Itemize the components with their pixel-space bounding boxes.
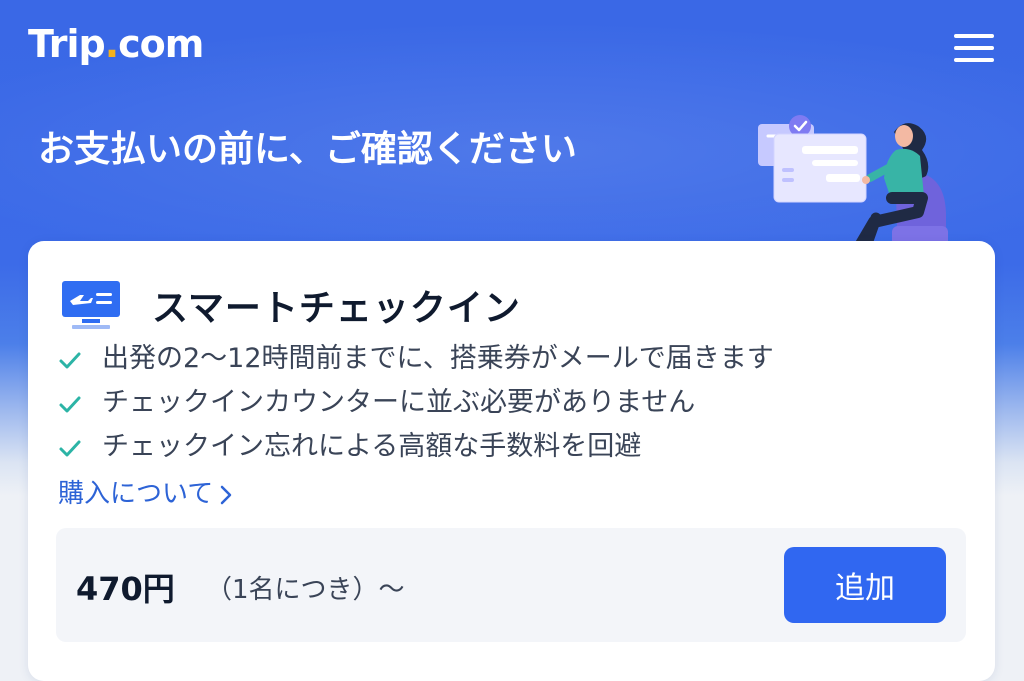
purchase-info-link[interactable]: 購入について xyxy=(58,473,233,510)
smart-checkin-card: スマートチェックイン 出発の2〜12時間前までに、搭乗券がメールで届きます チェ… xyxy=(28,241,995,681)
flight-checkin-monitor-icon xyxy=(62,281,120,329)
list-item: チェックイン忘れによる高額な手数料を回避 xyxy=(58,427,774,471)
add-button[interactable]: 追加 xyxy=(784,547,946,623)
service-title: スマートチェックイン xyxy=(152,288,521,329)
check-icon xyxy=(59,352,81,369)
purchase-info-label: 購入について xyxy=(58,479,214,509)
benefit-text: チェックインカウンターに並ぶ必要がありません xyxy=(102,387,696,418)
check-icon xyxy=(59,396,81,413)
hamburger-menu-icon[interactable] xyxy=(954,32,994,64)
page-title: お支払いの前に、ご確認ください xyxy=(38,129,577,170)
chevron-right-icon xyxy=(220,485,232,504)
price-panel: 470円 （1名につき）〜 追加 xyxy=(56,528,966,642)
price-per-person: （1名につき）〜 xyxy=(206,575,405,605)
benefit-list: 出発の2〜12時間前までに、搭乗券がメールで届きます チェックインカウンターに並… xyxy=(58,339,774,471)
list-item: 出発の2〜12時間前までに、搭乗券がメールで届きます xyxy=(58,339,774,383)
list-item: チェックインカウンターに並ぶ必要がありません xyxy=(58,383,774,427)
benefit-text: 出発の2〜12時間前までに、搭乗券がメールで届きます xyxy=(102,343,774,374)
benefit-text: チェックイン忘れによる高額な手数料を回避 xyxy=(102,431,642,462)
check-icon xyxy=(59,440,81,457)
trip-logo[interactable]: Trip.com xyxy=(28,22,204,66)
price-value: 470円 xyxy=(76,570,175,608)
